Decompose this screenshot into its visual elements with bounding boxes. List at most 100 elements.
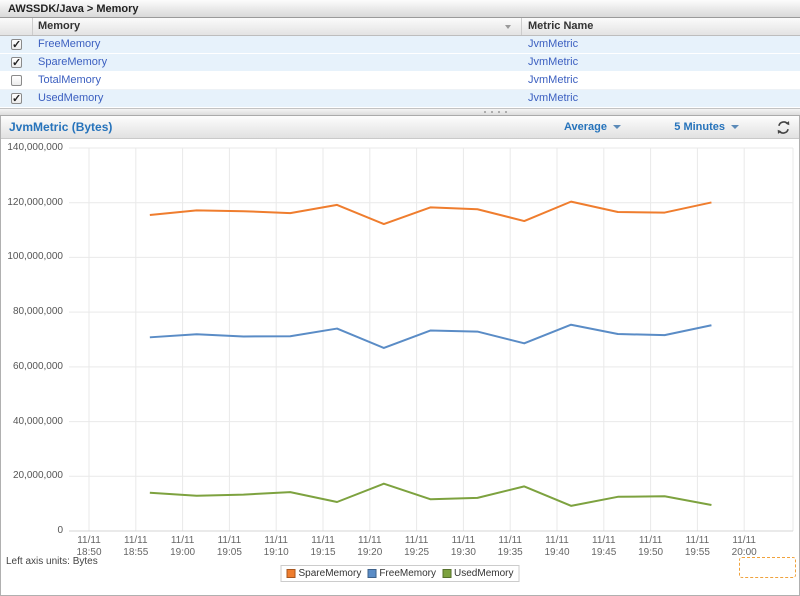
x-tick-time: 19:30 (440, 547, 486, 559)
row-metric-cell: JvmMetric (522, 90, 800, 107)
row-name-cell: UsedMemory (33, 90, 522, 107)
x-tick-time: 19:45 (581, 547, 627, 559)
row-checkbox-cell (0, 54, 33, 71)
row-checkbox[interactable] (11, 39, 22, 50)
x-tick-time: 19:00 (160, 547, 206, 559)
legend-swatch (367, 569, 376, 578)
metric-table-body: FreeMemoryJvmMetricSpareMemoryJvmMetricT… (0, 36, 800, 108)
row-name-cell: SpareMemory (33, 54, 522, 71)
splitter-grip-icon (484, 111, 507, 113)
sort-desc-icon (505, 25, 511, 29)
table-row: FreeMemory JvmMetric (0, 36, 800, 54)
y-tick-label: 20,000,000 (1, 470, 63, 481)
period-dropdown[interactable]: 5 Minutes (674, 116, 739, 138)
metric-dimension-link[interactable]: UsedMemory (38, 92, 103, 104)
metric-name-link[interactable]: JvmMetric (528, 74, 578, 86)
y-tick-label: 120,000,000 (1, 197, 63, 208)
metric-name-link[interactable]: JvmMetric (528, 92, 578, 104)
legend-swatch (287, 569, 296, 578)
SpareMemory-line (150, 202, 712, 224)
x-tick-date: 11/11 (160, 535, 206, 547)
memory-column-label: Memory (38, 20, 80, 32)
chart-legend: SpareMemory FreeMemory UsedMemory (281, 565, 520, 582)
x-tick-time: 19:10 (253, 547, 299, 559)
x-tick-label: 11/1119:45 (581, 535, 627, 559)
legend-label: UsedMemory (454, 568, 513, 579)
period-dropdown-label: 5 Minutes (674, 121, 725, 133)
legend-item: FreeMemory (367, 568, 436, 579)
x-tick-date: 11/11 (66, 535, 112, 547)
legend-label: SpareMemory (299, 568, 362, 579)
breadcrumb: AWSSDK/Java > Memory (0, 0, 800, 18)
row-checkbox-cell (0, 36, 33, 53)
table-chart-splitter[interactable] (0, 108, 800, 116)
refresh-button[interactable] (776, 120, 791, 135)
x-tick-date: 11/11 (253, 535, 299, 547)
x-tick-label: 11/1119:00 (160, 535, 206, 559)
table-row: UsedMemory JvmMetric (0, 90, 800, 108)
row-name-cell: FreeMemory (33, 36, 522, 53)
x-tick-label: 11/1119:25 (394, 535, 440, 559)
row-checkbox[interactable] (11, 57, 22, 68)
x-tick-date: 11/11 (721, 535, 767, 547)
x-tick-date: 11/11 (581, 535, 627, 547)
table-row: TotalMemory JvmMetric (0, 72, 800, 90)
y-tick-label: 40,000,000 (1, 416, 63, 427)
memory-column-header[interactable]: Memory (33, 18, 522, 35)
x-tick-time: 19:05 (206, 547, 252, 559)
metric-dimension-link[interactable]: TotalMemory (38, 74, 101, 86)
x-tick-date: 11/11 (300, 535, 346, 547)
legend-label: FreeMemory (379, 568, 436, 579)
x-tick-date: 11/11 (674, 535, 720, 547)
x-tick-date: 11/11 (440, 535, 486, 547)
x-tick-time: 19:50 (628, 547, 674, 559)
x-tick-label: 11/1119:05 (206, 535, 252, 559)
y-tick-label: 140,000,000 (1, 142, 63, 153)
metric-name-link[interactable]: JvmMetric (528, 56, 578, 68)
row-metric-cell: JvmMetric (522, 72, 800, 89)
row-metric-cell: JvmMetric (522, 36, 800, 53)
row-checkbox[interactable] (11, 93, 22, 104)
x-tick-label: 11/1119:20 (347, 535, 393, 559)
legend-swatch (442, 569, 451, 578)
x-tick-date: 11/11 (534, 535, 580, 547)
statistic-dropdown-label: Average (564, 121, 607, 133)
legend-item: SpareMemory (287, 568, 362, 579)
x-tick-label: 11/1119:55 (674, 535, 720, 559)
table-row: SpareMemory JvmMetric (0, 54, 800, 72)
x-tick-date: 11/11 (487, 535, 533, 547)
metric-name-column-header[interactable]: Metric Name (522, 18, 800, 35)
x-tick-label: 11/1119:35 (487, 535, 533, 559)
y-tick-label: 60,000,000 (1, 361, 63, 372)
statistic-dropdown[interactable]: Average (564, 116, 621, 138)
x-tick-time: 19:20 (347, 547, 393, 559)
row-checkbox[interactable] (11, 75, 22, 86)
chart-panel: JvmMetric (Bytes) Average 5 Minutes 0 20,… (0, 116, 800, 596)
x-tick-label: 11/1119:30 (440, 535, 486, 559)
legend-item: UsedMemory (442, 568, 513, 579)
chart-title: JvmMetric (Bytes) (9, 116, 112, 138)
checkbox-column-header (0, 18, 33, 35)
x-tick-label: 11/1119:10 (253, 535, 299, 559)
x-tick-date: 11/11 (206, 535, 252, 547)
x-tick-time: 19:35 (487, 547, 533, 559)
y-tick-label: 0 (1, 525, 63, 536)
FreeMemory-line (150, 325, 712, 348)
x-tick-label: 11/1119:50 (628, 535, 674, 559)
x-tick-time: 18:55 (113, 547, 159, 559)
x-tick-label: 11/1119:15 (300, 535, 346, 559)
metric-dimension-link[interactable]: SpareMemory (38, 56, 107, 68)
chevron-down-icon (613, 125, 621, 129)
y-tick-label: 100,000,000 (1, 251, 63, 262)
x-tick-label: 11/1119:40 (534, 535, 580, 559)
resize-hint-box (739, 557, 796, 578)
row-name-cell: TotalMemory (33, 72, 522, 89)
x-tick-time: 19:40 (534, 547, 580, 559)
x-tick-time: 19:15 (300, 547, 346, 559)
x-tick-label: 11/1120:00 (721, 535, 767, 559)
chart-plot-area (1, 116, 799, 594)
metric-dimension-link[interactable]: FreeMemory (38, 38, 100, 50)
metric-name-link[interactable]: JvmMetric (528, 38, 578, 50)
x-tick-date: 11/11 (347, 535, 393, 547)
left-axis-units: Left axis units: Bytes (6, 556, 98, 567)
